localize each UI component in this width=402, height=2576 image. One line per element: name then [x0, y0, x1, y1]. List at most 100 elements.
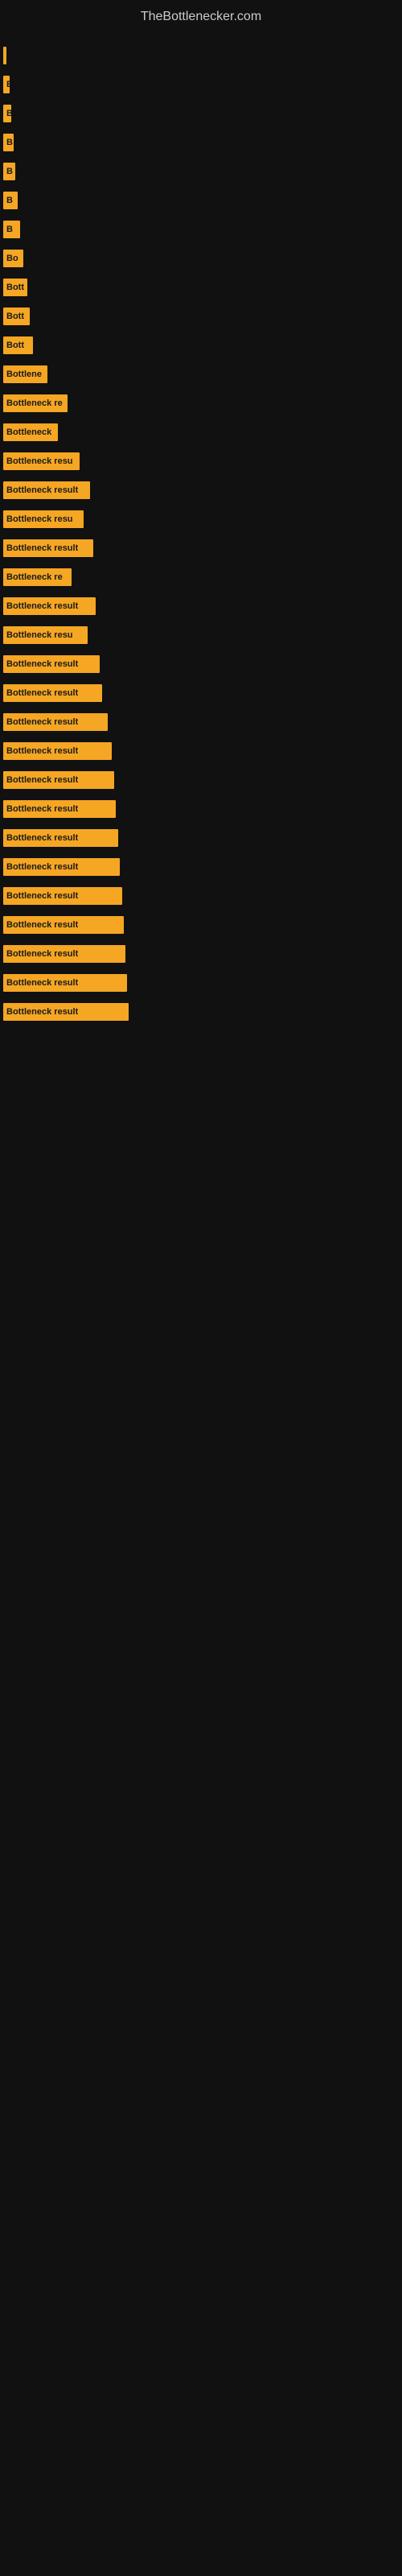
bar-label: Bott	[6, 341, 24, 350]
bar-label: Bottleneck result	[6, 978, 78, 988]
bar-item: Bottleneck	[3, 423, 58, 441]
bar-label: Bottleneck resu	[6, 514, 73, 524]
bar-item: Bottleneck result	[3, 974, 127, 992]
bar-label: Bottleneck result	[6, 601, 78, 611]
bar-item: B	[3, 192, 18, 209]
bar-label: Bott	[6, 283, 24, 292]
bar-label: B	[6, 80, 10, 89]
bar-label: Bottleneck	[6, 427, 51, 437]
bar-label: B	[6, 167, 13, 176]
bar-label: Bottleneck result	[6, 891, 78, 901]
bar-row: Bottleneck result	[0, 829, 402, 847]
bar-row: Bottleneck result	[0, 1003, 402, 1021]
bar-item: B	[3, 163, 15, 180]
bar-item: Bottlene	[3, 365, 47, 383]
bar-item: Bottleneck resu	[3, 510, 84, 528]
bar-label: Bottleneck result	[6, 1007, 78, 1017]
bar-item: Bottleneck result	[3, 713, 108, 731]
bar-row: Bottleneck result	[0, 655, 402, 673]
bar-row: Bottlene	[0, 365, 402, 383]
bar-row: Bottleneck result	[0, 858, 402, 876]
bar-item: Bottleneck result	[3, 945, 125, 963]
bar-label: Bottleneck result	[6, 920, 78, 930]
bar-row: B	[0, 163, 402, 180]
bar-label: Bottleneck result	[6, 485, 78, 495]
bar-row: Bottleneck result	[0, 597, 402, 615]
bar-row: Bottleneck result	[0, 916, 402, 934]
bar-label: Bottleneck result	[6, 949, 78, 959]
bar-row: Bottleneck resu	[0, 626, 402, 644]
bar-item: Bott	[3, 336, 33, 354]
bar-row: B	[0, 105, 402, 122]
bar-row: Bottleneck resu	[0, 510, 402, 528]
bar-row: B	[0, 221, 402, 238]
bar-row: Bottleneck result	[0, 539, 402, 557]
bar-item: Bottleneck result	[3, 684, 102, 702]
bar-item: Bottleneck resu	[3, 452, 80, 470]
bar-row: Bott	[0, 308, 402, 325]
bar-row: Bottleneck result	[0, 713, 402, 731]
bar-row: Bottleneck result	[0, 684, 402, 702]
bar-row: Bottleneck re	[0, 568, 402, 586]
bar-label: Bottleneck re	[6, 572, 63, 582]
bar-row: Bottleneck re	[0, 394, 402, 412]
bar-label: Bottleneck result	[6, 862, 78, 872]
bar-row: Bott	[0, 279, 402, 296]
bar-label: Bottleneck result	[6, 543, 78, 553]
bars-container: | B B B B B B Bo Bott Bott Bott Bottlene Bottleneck …	[0, 31, 402, 1032]
bar-label: B	[6, 138, 13, 147]
bar-item: Bottleneck result	[3, 800, 116, 818]
bar-row: Bottleneck result	[0, 974, 402, 992]
bar-item: Bottleneck result	[3, 481, 90, 499]
bar-row: B	[0, 192, 402, 209]
bar-row: Bottleneck result	[0, 481, 402, 499]
bar-item: B	[3, 105, 11, 122]
bar-label: Bottleneck result	[6, 804, 78, 814]
bar-item: Bott	[3, 308, 30, 325]
bar-item: Bott	[3, 279, 27, 296]
bar-item: Bottleneck result	[3, 539, 93, 557]
bar-row: B	[0, 134, 402, 151]
bar-item: Bottleneck result	[3, 1003, 129, 1021]
bar-row: Bottleneck result	[0, 887, 402, 905]
bar-row: Bottleneck result	[0, 771, 402, 789]
bar-item: B	[3, 221, 20, 238]
bar-item: |	[3, 47, 6, 64]
bar-row: Bottleneck result	[0, 945, 402, 963]
bar-row: |	[0, 47, 402, 64]
bar-label: B	[6, 196, 13, 205]
bar-row: Bo	[0, 250, 402, 267]
bar-item: Bottleneck re	[3, 394, 68, 412]
bar-row: Bott	[0, 336, 402, 354]
site-title: TheBottlenecker.com	[0, 0, 402, 31]
bar-item: Bottleneck result	[3, 916, 124, 934]
bar-row: Bottleneck resu	[0, 452, 402, 470]
bar-row: Bottleneck	[0, 423, 402, 441]
bar-label: B	[6, 225, 13, 234]
bar-label: Bottleneck result	[6, 775, 78, 785]
bar-item: B	[3, 76, 10, 93]
bar-label: B	[6, 109, 11, 118]
bar-item: Bottleneck result	[3, 771, 114, 789]
bar-label: Bottleneck resu	[6, 630, 73, 640]
bar-label: Bottleneck result	[6, 717, 78, 727]
bar-label: Bott	[6, 312, 24, 321]
bar-item: Bo	[3, 250, 23, 267]
bar-label: Bottleneck result	[6, 659, 78, 669]
bar-item: Bottleneck result	[3, 887, 122, 905]
bar-item: Bottleneck resu	[3, 626, 88, 644]
bar-item: B	[3, 134, 14, 151]
bar-label: Bottleneck result	[6, 688, 78, 698]
bar-item: Bottleneck result	[3, 655, 100, 673]
bar-item: Bottleneck result	[3, 742, 112, 760]
bar-label: Bottleneck resu	[6, 456, 73, 466]
bar-item: Bottleneck result	[3, 597, 96, 615]
bar-row: Bottleneck result	[0, 742, 402, 760]
bar-row: B	[0, 76, 402, 93]
bar-label: Bottleneck result	[6, 833, 78, 843]
bar-item: Bottleneck re	[3, 568, 72, 586]
bar-row: Bottleneck result	[0, 800, 402, 818]
bar-label: Bottlene	[6, 369, 42, 379]
bar-label: Bottleneck re	[6, 398, 63, 408]
bar-label: Bo	[6, 254, 18, 263]
